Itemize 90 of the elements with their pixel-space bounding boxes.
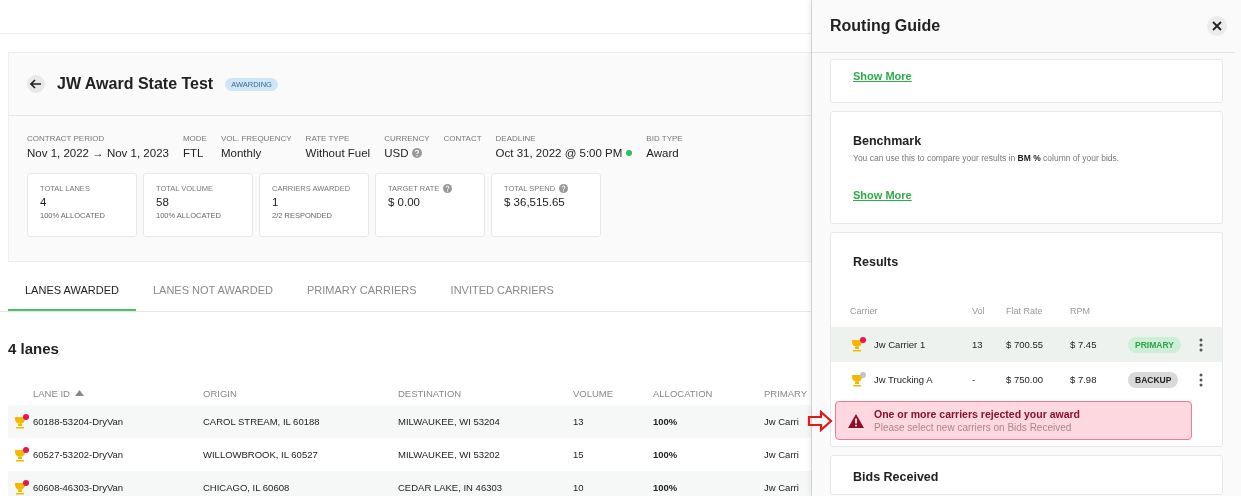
column-header[interactable]: VOLUME — [573, 387, 653, 399]
tab[interactable]: PRIMARY CARRIERS — [289, 270, 434, 311]
carrier-row[interactable]: Jw Carrier 1 13 $ 700.55 $ 7.45 PRIMARY — [831, 327, 1222, 362]
column-header[interactable]: PRIMARY — [764, 387, 812, 399]
trophy-icon — [850, 371, 866, 388]
show-more-link[interactable]: Show More — [853, 189, 912, 201]
detail-label: BID TYPE — [646, 134, 683, 143]
back-arrow-icon — [30, 79, 42, 89]
section-title: Results — [852, 255, 900, 269]
detail-value: FTL — [182, 147, 204, 159]
stat-value: 4 — [40, 196, 48, 208]
panel-title: Routing Guide — [830, 17, 941, 35]
trophy-icon — [12, 446, 29, 463]
table-cell-text: CEDAR LAKE, IN 46303 — [398, 482, 504, 493]
column-header: Carrier — [850, 306, 879, 316]
detail-label: CONTACT — [443, 134, 482, 143]
tab[interactable]: LANES AWARDED — [8, 270, 136, 311]
table-cell-text: 100% — [653, 416, 679, 427]
table-cell-text: MILWAUKEE, WI 53202 — [398, 449, 501, 460]
right-arrow-icon — [807, 409, 833, 432]
trophy-icon — [12, 413, 29, 430]
role-badge: PRIMARY — [1128, 336, 1181, 353]
detail-label: CONTRACT PERIOD — [27, 134, 106, 143]
section-description: You can use this to compare your results in BM % column of your bids. — [853, 153, 1121, 163]
detail-value: Award — [646, 147, 679, 159]
stat-value: 58 — [156, 196, 170, 208]
stat-value: 1 — [272, 196, 280, 208]
alert-title: One or more carriers rejected your award — [874, 408, 1080, 420]
stat-value: $ 0.00 — [388, 196, 421, 208]
column-header[interactable]: ORIGIN — [203, 387, 398, 399]
table-cell-text: WILLOWBROOK, IL 60527 — [203, 449, 319, 460]
column-header[interactable]: LANE ID — [33, 387, 203, 399]
show-more-link[interactable]: Show More — [853, 70, 912, 82]
table-cell-text: Jw Carri — [764, 416, 800, 427]
role-badge: BACKUP — [1128, 371, 1179, 388]
column-header: RPM — [1070, 306, 1091, 316]
table-cell-text: CHICAGO, IL 60608 — [203, 482, 291, 493]
table-cell-text: 13 — [573, 416, 585, 427]
table-cell-text: - — [972, 374, 977, 385]
column-header: Flat Rate — [1006, 306, 1044, 316]
table-cell-text: 15 — [573, 449, 585, 460]
table-cell-text: $ 7.45 — [1070, 339, 1098, 350]
alert-message: Please select new carriers on Bids Received — [874, 422, 1073, 433]
section-title: Bids Received — [853, 470, 940, 484]
more-options-icon[interactable] — [1199, 337, 1203, 352]
close-button[interactable] — [1207, 16, 1227, 36]
table-cell-text: 60527-53202-DryVan — [33, 449, 125, 460]
carrier-name: Jw Trucking A — [874, 374, 933, 385]
help-icon[interactable] — [559, 184, 569, 193]
table-cell-text: 60608-46303-DryVan — [33, 482, 125, 493]
trophy-icon — [12, 479, 29, 496]
detail-value: Oct 31, 2022 @ 5:00 PM — [495, 147, 623, 159]
help-icon[interactable] — [412, 148, 423, 158]
stat-value: $ 36,515.65 — [504, 196, 566, 208]
table-cell-text: $ 7.98 — [1070, 374, 1098, 385]
page-title: JW Award State Test — [57, 75, 214, 93]
trophy-icon — [850, 336, 866, 353]
table-cell-text: $ 700.55 — [1006, 339, 1044, 350]
detail-label: CURRENCY — [384, 134, 430, 143]
carrier-name: Jw Carrier 1 — [874, 339, 926, 350]
detail-value: Monthly — [220, 147, 262, 159]
detail-label: RATE TYPE — [305, 134, 351, 143]
column-header[interactable]: DESTINATION — [398, 387, 573, 399]
table-cell-text: 10 — [573, 482, 585, 493]
table-cell-text: CAROL STREAM, IL 60188 — [203, 416, 321, 427]
detail-label: VOL. FREQUENCY — [220, 134, 292, 143]
column-header: Vol — [972, 306, 986, 316]
lanes-count: 4 lanes — [7, 339, 60, 359]
detail-value: USD — [384, 147, 409, 159]
detail-value: Nov 1, 2022 → Nov 1, 2023 — [27, 147, 169, 159]
detail-label: MODE — [182, 134, 207, 143]
help-icon[interactable] — [443, 184, 453, 193]
table-cell-text: $ 750.00 — [1006, 374, 1044, 385]
table-cell-text: 60188-53204-DryVan — [33, 416, 125, 427]
back-button[interactable] — [27, 75, 45, 93]
table-cell-text: Jw Carri — [764, 482, 800, 493]
tab[interactable]: LANES NOT AWARDED — [135, 270, 290, 311]
detail-value: Without Fuel — [305, 147, 371, 159]
tab[interactable]: INVITED CARRIERS — [433, 270, 571, 311]
more-options-icon[interactable] — [1199, 372, 1203, 387]
table-cell-text: MILWAUKEE, WI 53204 — [398, 416, 501, 427]
table-cell-text: 100% — [653, 482, 679, 493]
section-title: Benchmark — [853, 134, 923, 148]
column-header[interactable]: ALLOCATION — [653, 387, 764, 399]
detail-label: DEADLINE — [495, 134, 537, 143]
close-icon — [1212, 21, 1222, 31]
warning-icon — [848, 413, 864, 428]
table-cell-text: 13 — [972, 339, 984, 350]
table-cell-text: 100% — [653, 449, 679, 460]
table-cell-text: Jw Carri — [764, 449, 800, 460]
